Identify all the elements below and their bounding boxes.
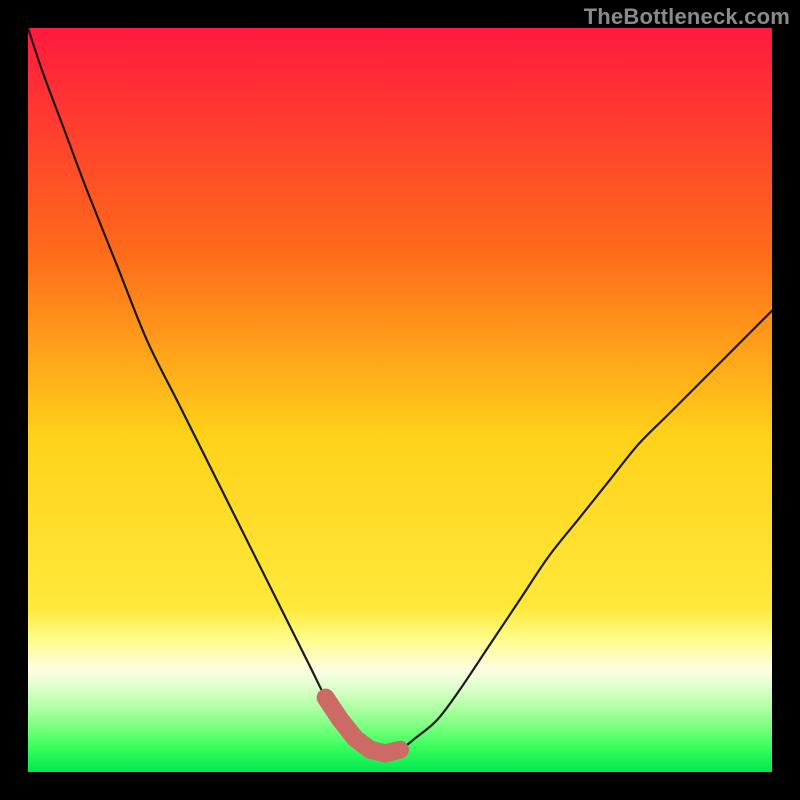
bottleneck-chart <box>28 28 772 772</box>
chart-frame: TheBottleneck.com <box>0 0 800 800</box>
chart-background <box>28 28 772 772</box>
watermark-text: TheBottleneck.com <box>584 4 790 30</box>
